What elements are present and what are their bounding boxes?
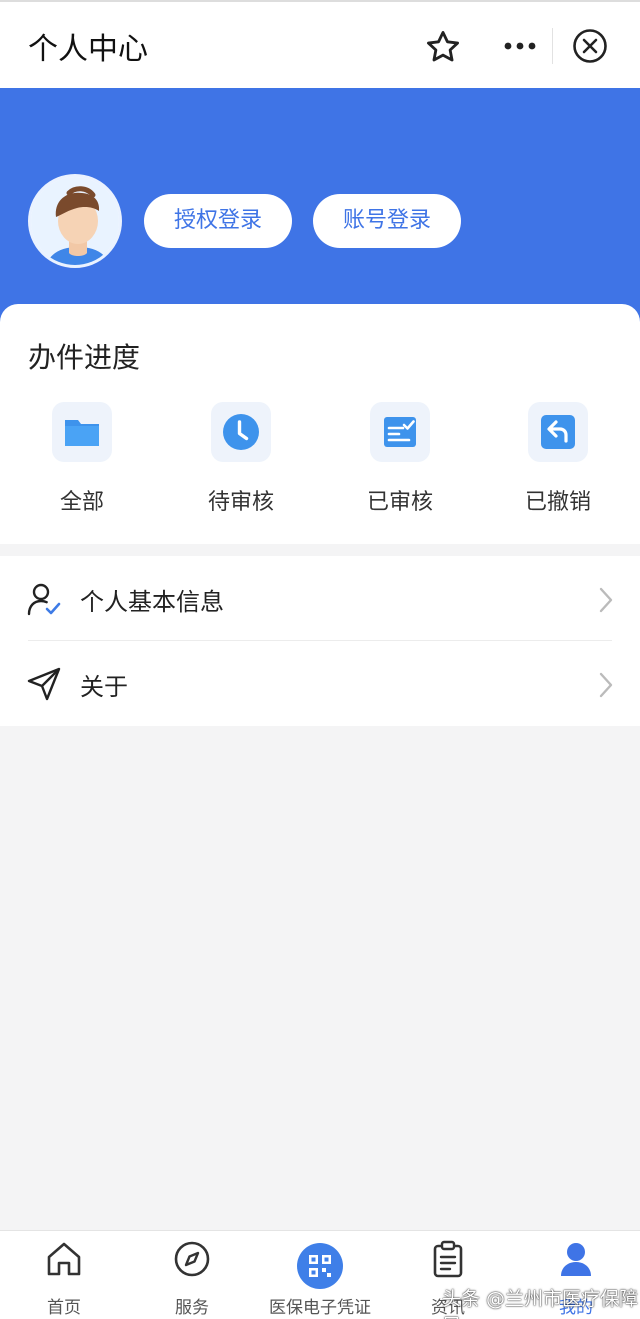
settings-menu: 个人基本信息 关于 [0,556,640,726]
watermark: 头条 @兰州市医疗保障局 [442,1288,639,1319]
home-icon [47,1242,81,1276]
compass-icon [174,1241,210,1277]
tab-medical-insurance-code-label: 医保电子凭证 [269,1298,371,1318]
tab-home[interactable]: 首页 [0,1231,128,1319]
page-title: 个人中心 [28,32,148,67]
tab-home-label: 首页 [47,1298,81,1318]
chevron-right-icon [599,672,613,698]
progress-revoked[interactable]: 已撤销 [488,396,628,526]
top-bar: 个人中心 [0,0,640,88]
star-icon[interactable] [424,28,462,66]
chevron-right-icon [599,587,613,613]
progress-pending[interactable]: 待审核 [171,396,311,526]
authorized-login-button[interactable]: 授权登录 [144,194,292,248]
progress-all[interactable]: 全部 [12,396,152,526]
menu-item-about[interactable]: 关于 [0,641,640,726]
folder-icon [65,420,99,446]
progress-pending-label: 待审核 [207,490,274,515]
profile-header: 授权登录 账号登录 [0,88,640,338]
undo-icon [541,415,575,449]
checklist-icon-wrap [370,402,430,462]
case-progress-title: 办件进度 [28,341,141,374]
header-divider [552,28,553,64]
progress-revoked-label: 已撤销 [524,490,591,515]
more-icon[interactable] [500,30,540,62]
progress-reviewed[interactable]: 已审核 [330,396,470,526]
avatar[interactable] [28,174,122,268]
qr-code-icon [309,1255,331,1277]
tab-medical-insurance-code[interactable]: 医保电子凭证 [256,1231,384,1319]
menu-item-about-label: 关于 [80,673,128,701]
menu-item-personal-info[interactable]: 个人基本信息 [0,556,640,641]
navigation-icon [27,667,61,701]
avatar-illustration [31,177,119,265]
person-check-icon [27,583,61,616]
progress-reviewed-label: 已审核 [366,490,433,515]
checklist-icon [384,417,416,447]
folder-icon-wrap [52,402,112,462]
clock-icon [223,414,259,450]
user-icon [561,1243,591,1276]
case-progress-card: 办件进度 全部 待审核 已审核 已撤销 [0,304,640,544]
qr-code-button [297,1243,343,1289]
account-login-button[interactable]: 账号登录 [313,194,461,248]
tab-services[interactable]: 服务 [128,1231,256,1319]
clock-icon-wrap [211,402,271,462]
close-icon[interactable] [570,26,610,66]
tab-services-label: 服务 [175,1298,209,1318]
undo-icon-wrap [528,402,588,462]
clipboard-icon [433,1240,463,1278]
menu-item-personal-info-label: 个人基本信息 [80,588,224,616]
progress-all-label: 全部 [59,490,104,515]
